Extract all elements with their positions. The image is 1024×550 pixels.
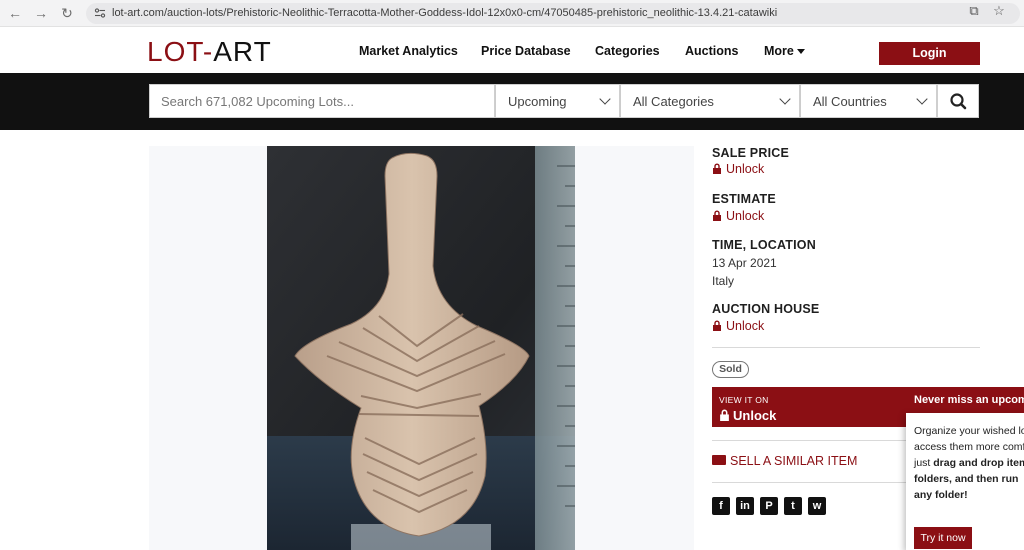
site-header: LOT-ART Market Analytics Price Database … — [0, 28, 1024, 73]
nav-auctions[interactable]: Auctions — [685, 44, 738, 58]
lock-icon — [713, 163, 721, 174]
sale-price-label: SALE PRICE — [712, 146, 790, 160]
bookmark-star-icon[interactable]: ☆ — [991, 3, 1007, 19]
country-select[interactable]: All Countries — [800, 84, 937, 118]
search-button[interactable] — [937, 84, 979, 118]
estimate-label: ESTIMATE — [712, 192, 776, 206]
terracotta-idol-image — [267, 146, 575, 550]
lock-icon — [713, 320, 721, 331]
nav-price-database[interactable]: Price Database — [481, 44, 571, 58]
search-icon — [950, 93, 967, 110]
site-logo[interactable]: LOT-ART — [147, 36, 272, 68]
view-it-on-unlock-text: Unlock — [733, 408, 777, 423]
popup-line-3-bold: drag and drop item — [933, 457, 1024, 469]
install-app-icon[interactable]: ⧉ — [966, 3, 982, 19]
sale-price-value: Unlock — [726, 162, 765, 176]
chevron-down-icon — [916, 93, 928, 105]
ticket-icon — [712, 455, 726, 465]
sell-similar-item-label: SELL A SIMILAR ITEM — [730, 454, 858, 468]
popup-line-4-bold: folders — [914, 473, 950, 485]
chevron-down-icon — [599, 93, 611, 105]
nav-more-label: More — [764, 44, 794, 58]
popup-line-4-rest: , and then run — [949, 473, 1019, 485]
category-select-value: All Categories — [633, 94, 714, 109]
category-select[interactable]: All Categories — [620, 84, 800, 118]
address-bar[interactable]: lot-art.com/auction-lots/Prehistoric-Neo… — [86, 3, 1020, 24]
estimate-value: Unlock — [726, 209, 765, 223]
pinterest-icon[interactable]: P — [760, 497, 778, 515]
nav-market-analytics[interactable]: Market Analytics — [359, 44, 458, 58]
divider — [712, 347, 980, 348]
popup-line-3: just drag and drop item — [914, 457, 1024, 469]
auction-house-label: AUCTION HOUSE — [712, 302, 820, 316]
popup-line-5: any folder! — [914, 489, 968, 501]
popup-line-3-plain: just — [914, 457, 934, 469]
caret-down-icon — [796, 49, 805, 55]
login-button[interactable]: Login — [879, 42, 980, 65]
logo-dash-text: - — [202, 36, 214, 67]
estimate-unlock-link[interactable]: Unlock — [712, 209, 764, 223]
status-select[interactable]: Upcoming — [495, 84, 620, 118]
lot-photo[interactable] — [267, 146, 575, 550]
newsletter-popup: Organize your wished lo access them more… — [906, 413, 1024, 550]
logo-lot-text: LOT — [147, 36, 203, 67]
arrow-right-icon[interactable]: → — [32, 4, 50, 22]
site-info-icon[interactable] — [94, 7, 106, 19]
auction-house-unlock-link[interactable]: Unlock — [712, 319, 764, 333]
status-select-value: Upcoming — [508, 94, 567, 109]
lock-icon — [720, 409, 729, 421]
twitter-icon[interactable]: t — [784, 497, 802, 515]
auction-house-value: Unlock — [726, 319, 765, 333]
popup-line-2: access them more comf — [914, 441, 1024, 453]
country-select-value: All Countries — [813, 94, 887, 109]
auction-date: 13 Apr 2021 — [712, 256, 777, 270]
search-input[interactable]: Search 671,082 Upcoming Lots... — [149, 84, 495, 118]
time-location-label: TIME, LOCATION — [712, 238, 816, 252]
url-text: lot-art.com/auction-lots/Prehistoric-Neo… — [112, 7, 778, 19]
sell-similar-item-link[interactable]: SELL A SIMILAR ITEM — [712, 454, 857, 468]
whatsapp-icon[interactable]: w — [808, 497, 826, 515]
arrow-left-icon[interactable]: ← — [6, 4, 24, 22]
popup-line-5-bold: any folder! — [914, 489, 968, 501]
lock-icon — [713, 210, 721, 221]
sale-price-unlock-link[interactable]: Unlock — [712, 162, 764, 176]
nav-categories[interactable]: Categories — [595, 44, 660, 58]
logo-art-text: ART — [213, 36, 272, 67]
popup-line-1: Organize your wished lo — [914, 425, 1024, 437]
chevron-down-icon — [779, 93, 791, 105]
popup-line-4: folders, and then run — [914, 473, 1018, 485]
facebook-icon[interactable]: f — [712, 497, 730, 515]
nav-more-dropdown[interactable]: More — [764, 44, 805, 58]
search-placeholder: Search 671,082 Upcoming Lots... — [161, 94, 354, 109]
auction-location: Italy — [712, 274, 735, 288]
linkedin-icon[interactable]: in — [736, 497, 754, 515]
browser-toolbar: ← → ↻ lot-art.com/auction-lots/Prehistor… — [0, 0, 1024, 27]
view-it-on-value: Unlock — [719, 408, 776, 423]
reload-icon[interactable]: ↻ — [58, 4, 76, 22]
view-it-on-label: VIEW IT ON — [719, 395, 769, 405]
try-it-now-button[interactable]: Try it now — [914, 527, 972, 549]
status-badge: Sold — [712, 361, 749, 378]
popup-title: Never miss an upcomi — [906, 387, 1024, 413]
